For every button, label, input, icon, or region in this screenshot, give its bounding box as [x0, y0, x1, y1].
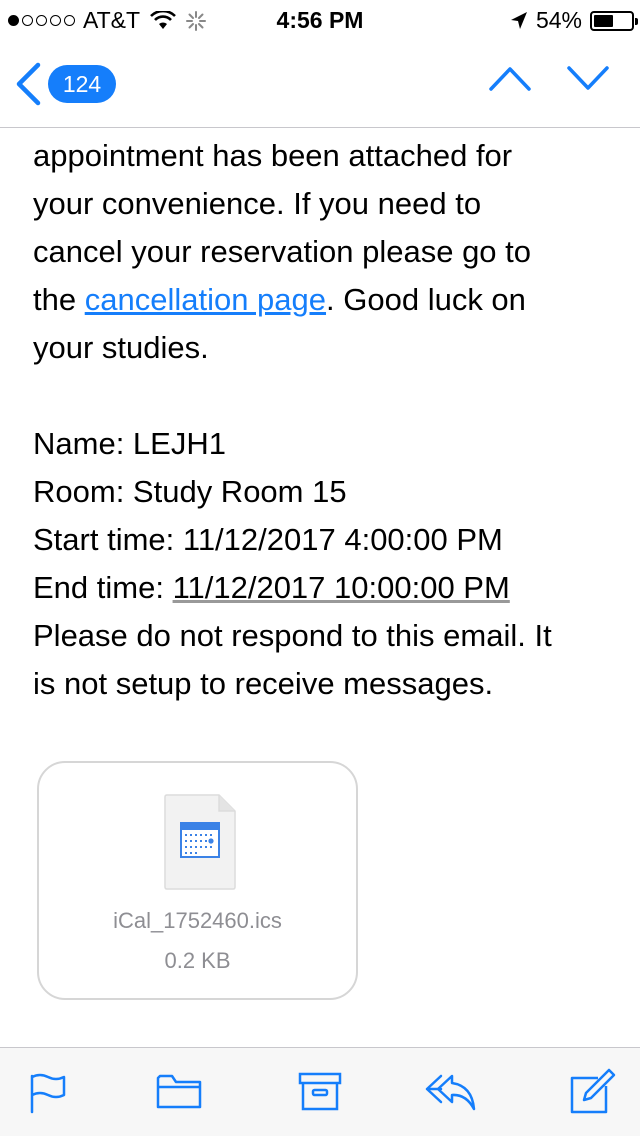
body-text-line: your convenience. If you need to	[33, 186, 482, 221]
reservation-room: Room: Study Room 15	[33, 474, 347, 509]
email-body: appointment has been attached for your c…	[33, 132, 623, 708]
bottom-toolbar	[0, 1047, 640, 1136]
move-to-folder-icon[interactable]	[156, 1072, 202, 1110]
nav-bar: 124	[0, 40, 640, 128]
body-text-line: appointment has been attached for	[33, 138, 513, 173]
archive-icon[interactable]	[298, 1072, 342, 1112]
body-text-line: the cancellation page. Good luck on	[33, 276, 623, 324]
battery-icon	[590, 10, 638, 31]
chevron-left-icon	[16, 62, 41, 106]
footer-text-line: Please do not respond to this email. It	[33, 618, 552, 653]
footer-text-line: is not setup to receive messages.	[33, 666, 494, 701]
status-bar: AT&T 4:56 PM 54%	[0, 0, 640, 40]
body-text-fragment: the	[33, 282, 85, 317]
calendar-file-icon	[164, 794, 236, 890]
reservation-end: End time: 11/12/2017 10:00:00 PM	[33, 564, 623, 612]
next-message-button[interactable]	[566, 64, 610, 92]
body-text-line: your studies.	[33, 330, 209, 365]
start-time-value: 11/12/2017 4:00:00 PM	[182, 522, 503, 557]
battery-percent: 54%	[535, 7, 582, 33]
compose-icon[interactable]	[568, 1068, 616, 1116]
start-label: Start time:	[33, 522, 183, 557]
end-label: End time:	[33, 570, 173, 605]
end-time-date-link[interactable]: 11/12/2017 10:00:00 PM	[173, 570, 510, 605]
reservation-start: Start time: 11/12/2017 4:00:00 PM	[33, 516, 623, 564]
body-text-line: cancel your reservation please go to	[33, 234, 532, 269]
body-text-fragment: . Good luck on	[326, 282, 526, 317]
attachment-file-name: iCal_1752460.ics	[113, 908, 282, 933]
location-arrow-icon	[510, 11, 527, 29]
previous-message-button[interactable]	[488, 64, 532, 92]
reservation-name: Name: LEJH1	[33, 426, 226, 461]
unread-count-badge[interactable]: 124	[48, 65, 116, 103]
reply-icon[interactable]	[424, 1072, 476, 1112]
ics-attachment[interactable]: iCal_1752460.ics 0.2 KB	[37, 761, 358, 1000]
attachment-file-size: 0.2 KB	[164, 948, 231, 973]
cancellation-page-link[interactable]: cancellation page	[85, 282, 326, 317]
flag-icon[interactable]	[28, 1072, 68, 1114]
back-button[interactable]: 124	[14, 62, 116, 106]
